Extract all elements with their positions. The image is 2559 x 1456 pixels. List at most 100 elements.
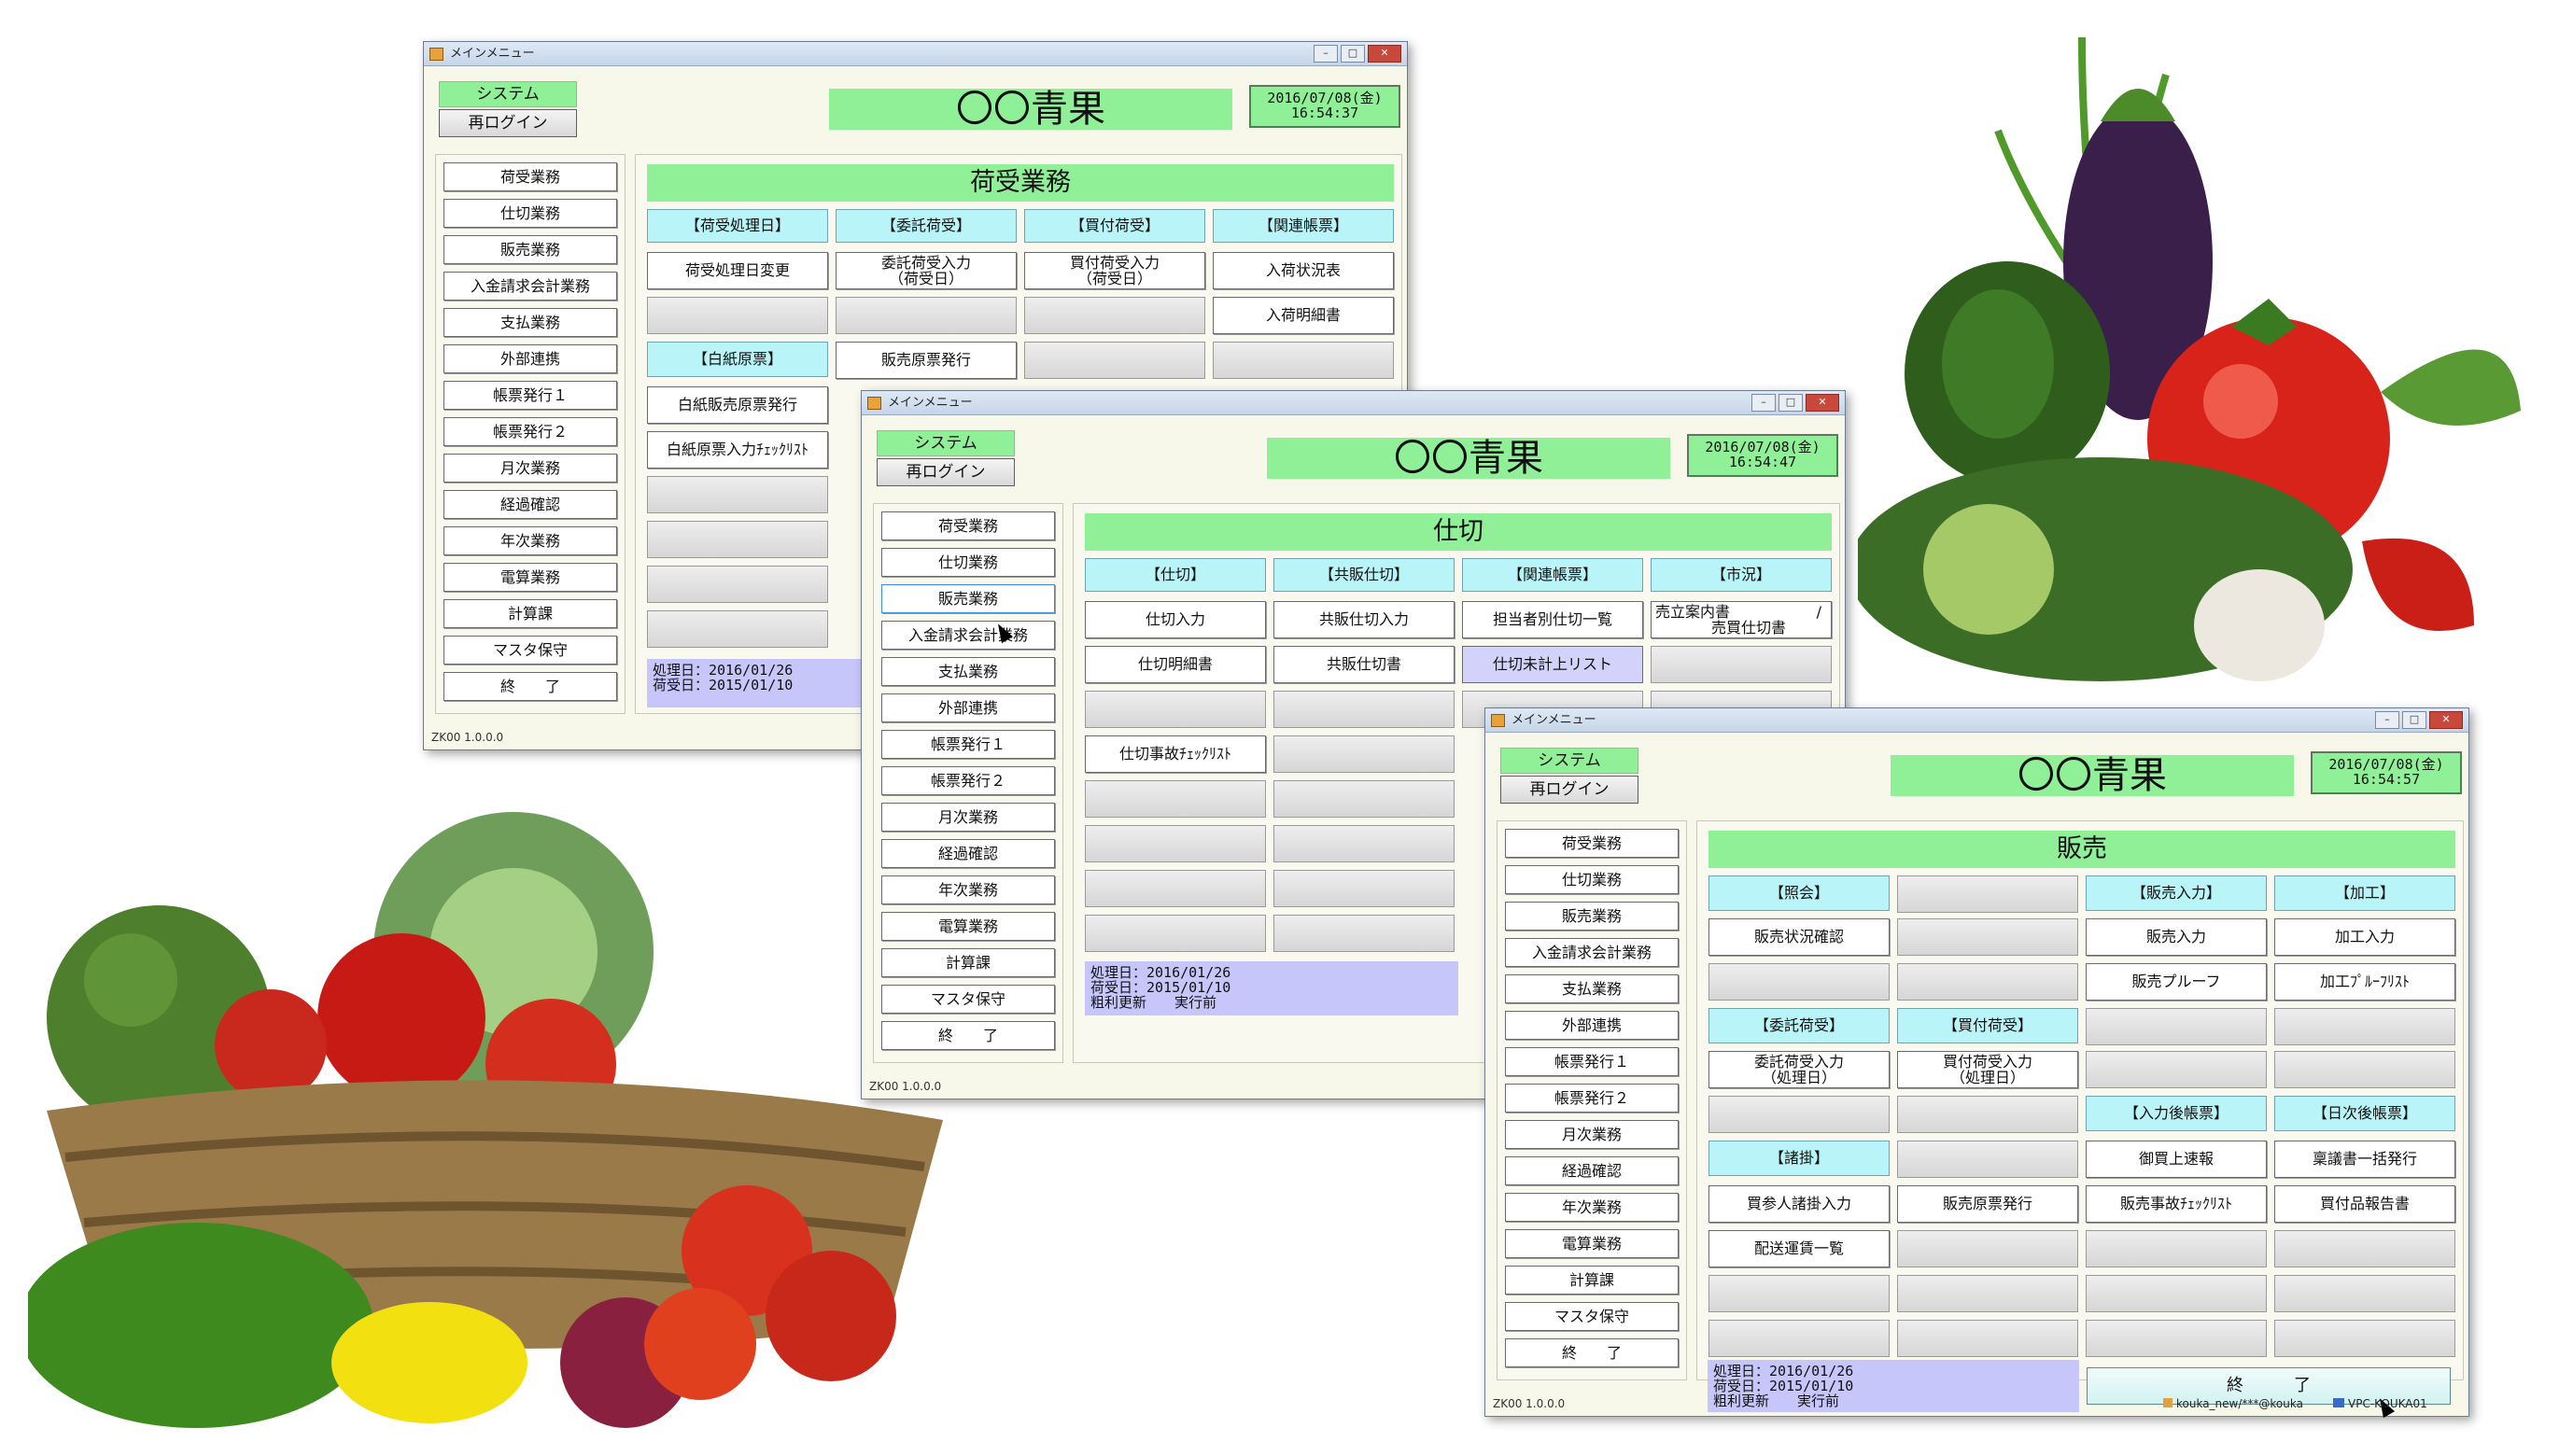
menu-sales[interactable]: 販売業務: [1505, 902, 1679, 931]
menu-forms-1[interactable]: 帳票発行１: [443, 381, 617, 410]
sales-slip-issue-button[interactable]: 販売原票発行: [836, 342, 1017, 379]
empty-button[interactable]: [1213, 342, 1394, 379]
menu-exit[interactable]: 終 了: [881, 1021, 1055, 1050]
empty-button[interactable]: [1708, 963, 1890, 1001]
purchase-report-button[interactable]: 買付品報告書: [2274, 1185, 2455, 1223]
maximize-button[interactable]: □: [2402, 711, 2426, 729]
menu-billing[interactable]: 入金請求会計業務: [443, 272, 617, 301]
empty-button[interactable]: [1273, 870, 1455, 907]
empty-button[interactable]: [2274, 1008, 2455, 1045]
empty-button[interactable]: [2086, 1275, 2267, 1312]
joint-settlement-statement-button[interactable]: 共販仕切書: [1273, 646, 1455, 683]
empty-button[interactable]: [1085, 691, 1266, 728]
minimize-button[interactable]: –: [1314, 45, 1338, 63]
menu-external[interactable]: 外部連携: [443, 344, 617, 373]
consignment-entry-button[interactable]: 委託荷受入力 （処理日）: [1708, 1051, 1890, 1088]
joint-settlement-entry-button[interactable]: 共販仕切入力: [1273, 601, 1455, 638]
empty-button[interactable]: [1708, 1275, 1890, 1312]
menu-master[interactable]: マスタ保守: [881, 985, 1055, 1014]
empty-button[interactable]: [647, 610, 828, 648]
settlement-accident-checklist-button[interactable]: 仕切事故ﾁｪｯｸﾘｽﾄ: [1085, 735, 1266, 773]
menu-external[interactable]: 外部連携: [881, 693, 1055, 722]
empty-button[interactable]: [2274, 1320, 2455, 1357]
unposted-settlement-list-button[interactable]: 仕切未計上リスト: [1462, 646, 1643, 683]
empty-button[interactable]: [1897, 1096, 2078, 1133]
empty-button[interactable]: [2086, 1320, 2267, 1357]
empty-button[interactable]: [1273, 915, 1455, 952]
close-button[interactable]: ✕: [2429, 711, 2463, 729]
menu-external[interactable]: 外部連携: [1505, 1011, 1679, 1040]
empty-button[interactable]: [1085, 915, 1266, 952]
empty-button[interactable]: [1024, 342, 1205, 379]
blank-sales-slip-button[interactable]: 白紙販売原票発行: [647, 386, 828, 424]
sales-accident-checklist-button[interactable]: 販売事故ﾁｪｯｸﾘｽﾄ: [2086, 1185, 2267, 1223]
menu-progress[interactable]: 経過確認: [881, 839, 1055, 868]
menu-progress[interactable]: 経過確認: [443, 490, 617, 519]
close-button[interactable]: ✕: [1368, 45, 1401, 63]
empty-button[interactable]: [1085, 870, 1266, 907]
menu-payment[interactable]: 支払業務: [1505, 974, 1679, 1003]
menu-sales[interactable]: 販売業務: [443, 235, 617, 264]
sales-notice-button[interactable]: 売立案内書 / 売買仕切書: [1651, 601, 1832, 638]
menu-receiving[interactable]: 荷受業務: [881, 511, 1055, 540]
menu-payment[interactable]: 支払業務: [443, 308, 617, 337]
empty-button[interactable]: [836, 297, 1017, 334]
menu-payment[interactable]: 支払業務: [881, 657, 1055, 686]
menu-calc-section[interactable]: 計算課: [1505, 1266, 1679, 1295]
menu-settlement[interactable]: 仕切業務: [881, 548, 1055, 577]
empty-button[interactable]: [1897, 1320, 2078, 1357]
menu-receiving[interactable]: 荷受業務: [1505, 829, 1679, 858]
empty-button[interactable]: [2274, 1230, 2455, 1267]
menu-settlement[interactable]: 仕切業務: [1505, 865, 1679, 894]
menu-computing[interactable]: 電算業務: [443, 563, 617, 592]
empty-button[interactable]: [2086, 1051, 2267, 1088]
minimize-button[interactable]: –: [1751, 394, 1776, 412]
buyer-charges-entry-button[interactable]: 買参人諸掛入力: [1708, 1185, 1890, 1223]
blank-slip-checklist-button[interactable]: 白紙原票入力ﾁｪｯｸﾘｽﾄ: [647, 431, 828, 469]
empty-button[interactable]: [2274, 1051, 2455, 1088]
settlement-detail-button[interactable]: 仕切明細書: [1085, 646, 1266, 683]
menu-progress[interactable]: 経過確認: [1505, 1156, 1679, 1185]
purchase-entry-button[interactable]: 買付荷受入力 （荷受日）: [1024, 252, 1205, 289]
empty-button[interactable]: [647, 521, 828, 558]
minimize-button[interactable]: –: [2375, 711, 2399, 729]
empty-button[interactable]: [647, 566, 828, 603]
menu-forms-1[interactable]: 帳票発行１: [1505, 1047, 1679, 1076]
empty-button[interactable]: [1273, 691, 1455, 728]
purchase-flash-report-button[interactable]: 御買上速報: [2086, 1141, 2267, 1178]
empty-button[interactable]: [1273, 780, 1455, 818]
arrival-detail-button[interactable]: 入荷明細書: [1213, 297, 1394, 334]
empty-button[interactable]: [2274, 1275, 2455, 1312]
empty-button[interactable]: [1708, 1320, 1890, 1357]
menu-forms-2[interactable]: 帳票発行２: [1505, 1084, 1679, 1113]
empty-button[interactable]: [1897, 1230, 2078, 1267]
delivery-fee-list-button[interactable]: 配送運賃一覧: [1708, 1230, 1890, 1267]
menu-exit[interactable]: 終 了: [1505, 1338, 1679, 1367]
staff-settlement-list-button[interactable]: 担当者別仕切一覧: [1462, 601, 1643, 638]
sales-slip-issue-button[interactable]: 販売原票発行: [1897, 1185, 2078, 1223]
purchase-entry-button[interactable]: 買付荷受入力 （処理日）: [1897, 1051, 2078, 1088]
menu-yearly[interactable]: 年次業務: [881, 875, 1055, 904]
sales-proof-button[interactable]: 販売プルーフ: [2086, 963, 2267, 1001]
menu-master[interactable]: マスタ保守: [443, 636, 617, 665]
menu-receiving[interactable]: 荷受業務: [443, 162, 617, 191]
menu-calc-section[interactable]: 計算課: [443, 599, 617, 628]
menu-forms-1[interactable]: 帳票発行１: [881, 730, 1055, 759]
empty-button[interactable]: [1273, 735, 1455, 773]
empty-button[interactable]: [2086, 1230, 2267, 1267]
empty-button[interactable]: [1085, 825, 1266, 862]
empty-button[interactable]: [1897, 918, 2078, 956]
menu-sales[interactable]: 販売業務: [881, 584, 1055, 613]
empty-button[interactable]: [1897, 875, 2078, 913]
empty-button[interactable]: [1897, 963, 2078, 1001]
menu-calc-section[interactable]: 計算課: [881, 948, 1055, 977]
relogin-button[interactable]: 再ログイン: [439, 109, 577, 137]
relogin-button[interactable]: 再ログイン: [877, 458, 1015, 486]
arrival-status-button[interactable]: 入荷状況表: [1213, 252, 1394, 289]
empty-button[interactable]: [1085, 780, 1266, 818]
menu-yearly[interactable]: 年次業務: [1505, 1193, 1679, 1222]
maximize-button[interactable]: □: [1779, 394, 1803, 412]
menu-monthly[interactable]: 月次業務: [881, 803, 1055, 832]
menu-settlement[interactable]: 仕切業務: [443, 199, 617, 228]
empty-button[interactable]: [1024, 297, 1205, 334]
